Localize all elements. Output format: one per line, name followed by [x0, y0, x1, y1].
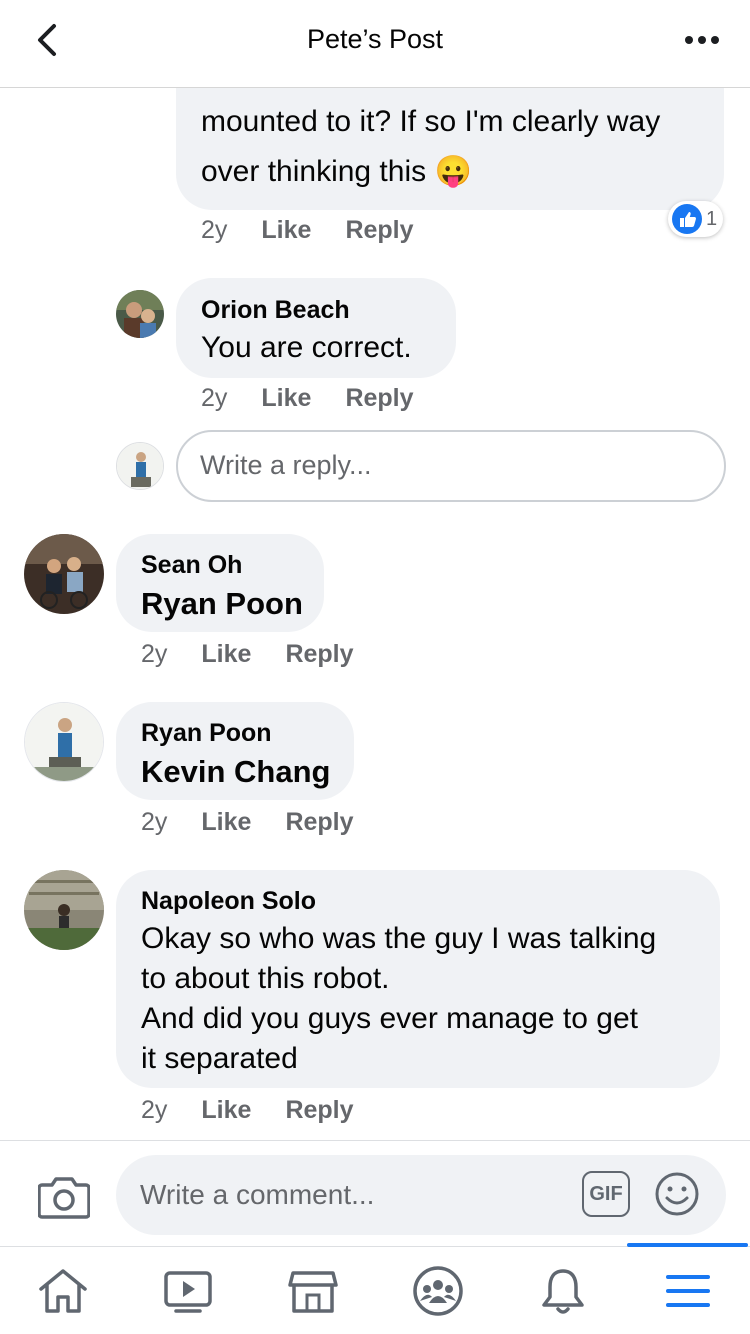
- like-button[interactable]: Like: [261, 384, 311, 413]
- comment-bubble[interactable]: Napoleon Solo Okay so who was the guy I …: [116, 870, 720, 1088]
- smiley-icon: [655, 1172, 699, 1216]
- page-title: Pete’s Post: [306, 24, 444, 54]
- mention-tag[interactable]: Ryan Poon: [141, 586, 303, 622]
- comment-author[interactable]: Sean Oh: [141, 551, 242, 580]
- comment-text-line: And did you guys ever manage to get: [141, 1002, 638, 1035]
- camera-button[interactable]: [37, 1173, 91, 1219]
- comment-time: 2y: [201, 216, 228, 244]
- reaction-badge[interactable]: 1: [668, 201, 724, 237]
- groups-icon: [412, 1266, 463, 1316]
- reply-button[interactable]: Reply: [345, 216, 413, 245]
- tongue-emoji-icon: 😛: [434, 155, 472, 188]
- comment-text: You are correct.: [201, 331, 412, 364]
- comment-meta: 2y Like Reply: [141, 1096, 388, 1125]
- reply-button[interactable]: Reply: [285, 640, 353, 669]
- camera-icon: [37, 1177, 91, 1219]
- comment-text-line: to about this robot.: [141, 962, 390, 995]
- more-dot: [698, 36, 706, 44]
- comment-input-box[interactable]: GIF: [116, 1155, 726, 1235]
- comment-meta: 2y Like Reply: [141, 808, 388, 837]
- profile-photo-icon: [116, 290, 164, 338]
- comment-meta: 2y Like Reply: [141, 640, 388, 669]
- more-dot: [711, 36, 719, 44]
- like-button[interactable]: Like: [261, 216, 311, 245]
- comment-text-line: Okay so who was the guy I was talking: [141, 922, 657, 955]
- tab-menu[interactable]: [625, 1243, 750, 1334]
- menu-icon: [665, 1275, 710, 1307]
- reply-button[interactable]: Reply: [345, 384, 413, 413]
- profile-photo-icon: [25, 703, 103, 781]
- like-button[interactable]: Like: [201, 1096, 251, 1125]
- current-user-avatar: [116, 442, 164, 490]
- comment-author[interactable]: Ryan Poon: [141, 719, 272, 748]
- tab-groups[interactable]: [375, 1247, 500, 1334]
- comment-text-line: over thinking this 😛: [201, 152, 472, 192]
- comment-meta: 2y Like Reply: [201, 216, 448, 245]
- like-reaction-icon: [672, 204, 702, 234]
- top-bar: Pete’s Post: [0, 0, 750, 88]
- reaction-count: 1: [706, 207, 718, 230]
- marketplace-icon: [287, 1271, 338, 1313]
- gif-button[interactable]: GIF: [582, 1171, 630, 1217]
- comment-text-line: it separated: [141, 1042, 298, 1075]
- comment-bubble[interactable]: Sean Oh Ryan Poon: [116, 534, 324, 632]
- comment-author[interactable]: Orion Beach: [201, 296, 350, 325]
- tab-watch[interactable]: [125, 1247, 250, 1334]
- more-dots-icon: [685, 36, 693, 44]
- emoji-button[interactable]: [654, 1171, 700, 1217]
- like-button[interactable]: Like: [201, 640, 251, 669]
- home-icon: [38, 1269, 87, 1313]
- watch-icon: [163, 1271, 212, 1313]
- avatar[interactable]: [24, 534, 104, 614]
- comment-author[interactable]: Napoleon Solo: [141, 887, 316, 916]
- comment-bubble[interactable]: mounted to it? If so I'm clearly way ove…: [176, 88, 724, 210]
- bottom-tab-bar: [0, 1243, 750, 1334]
- reply-button[interactable]: Reply: [285, 808, 353, 837]
- like-button[interactable]: Like: [201, 808, 251, 837]
- comment-text-line: mounted to it? If so I'm clearly way: [201, 105, 661, 138]
- comment-meta: 2y Like Reply: [201, 384, 448, 413]
- comment-time: 2y: [201, 384, 228, 412]
- mention-tag[interactable]: Kevin Chang: [141, 754, 330, 790]
- profile-photo-icon: [117, 443, 163, 489]
- reply-input[interactable]: [200, 450, 700, 481]
- comment-composer: GIF: [0, 1140, 750, 1246]
- comment-time: 2y: [141, 808, 168, 836]
- comments-feed[interactable]: mounted to it? If so I'm clearly way ove…: [0, 88, 750, 1140]
- reply-button[interactable]: Reply: [285, 1096, 353, 1125]
- profile-photo-icon: [24, 534, 104, 614]
- profile-photo-icon: [24, 870, 104, 950]
- comment-bubble[interactable]: Orion Beach You are correct.: [176, 278, 456, 378]
- tab-notifications[interactable]: [500, 1247, 625, 1334]
- comment-time: 2y: [141, 1096, 168, 1124]
- comment-bubble[interactable]: Ryan Poon Kevin Chang: [116, 702, 354, 800]
- more-options-button[interactable]: [682, 26, 722, 54]
- tab-home[interactable]: [0, 1247, 125, 1334]
- reply-input-box[interactable]: [176, 430, 726, 502]
- tab-marketplace[interactable]: [250, 1247, 375, 1334]
- avatar[interactable]: [24, 870, 104, 950]
- avatar[interactable]: [116, 290, 164, 338]
- avatar[interactable]: [24, 702, 104, 782]
- comment-text-line-2: over thinking this: [201, 155, 427, 188]
- comment-input[interactable]: [140, 1179, 560, 1211]
- comment-time: 2y: [141, 640, 168, 668]
- bell-icon: [541, 1269, 584, 1314]
